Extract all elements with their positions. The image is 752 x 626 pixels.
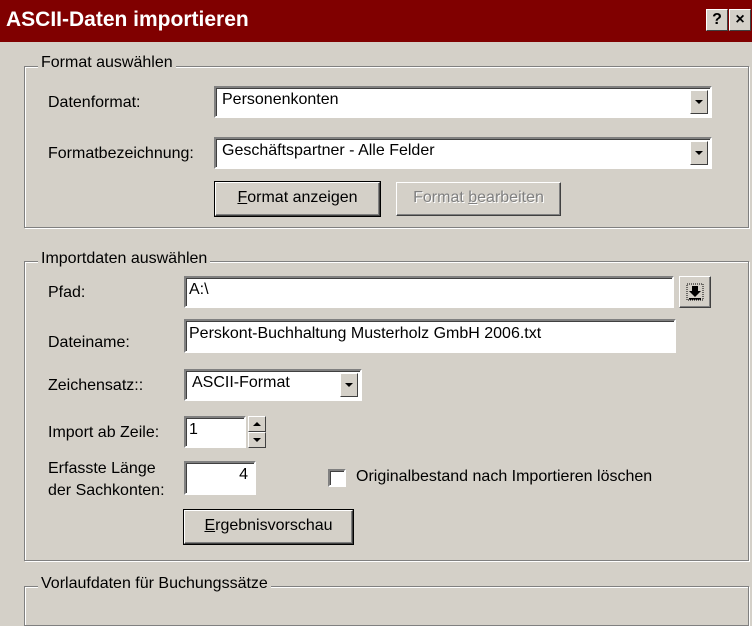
datenformat-label: Datenformat: [48,94,141,111]
datenformat-select[interactable]: Personenkonten [214,86,712,118]
laenge-label-line1: Erfasste Länge [48,460,156,477]
formatbezeichnung-label: Formatbezeichnung: [48,145,194,162]
dateiname-input[interactable]: Perskont-Buchhaltung Musterholz GmbH 200… [184,319,676,353]
dateiname-label: Dateiname: [48,334,130,351]
format-group-legend: Format auswählen [38,54,176,72]
import-ab-zeile-input[interactable]: 1 [184,416,246,448]
vorlaufdaten-group-legend: Vorlaufdaten für Buchungssätze [38,575,271,593]
format-bearbeiten-button[interactable]: Format bearbeiten [396,182,561,216]
chevron-down-icon[interactable] [340,373,358,397]
formatbezeichnung-value: Geschäftspartner - Alle Felder [222,142,435,159]
zeichensatz-select[interactable]: ASCII-Format [184,369,362,401]
browse-button[interactable] [679,276,711,308]
laenge-label-line2: der Sachkonten: [48,482,165,499]
zeichensatz-value: ASCII-Format [192,374,290,391]
import-group-legend: Importdaten auswählen [38,250,211,268]
delete-original-label: Originalbestand nach Importieren löschen [356,468,653,485]
chevron-down-icon [253,438,261,442]
import-ab-zeile-label: Import ab Zeile: [48,424,160,441]
formatbezeichnung-select[interactable]: Geschäftspartner - Alle Felder [214,137,712,169]
chevron-down-icon[interactable] [690,90,708,114]
pfad-input[interactable]: A:\ [184,276,674,308]
laenge-input[interactable]: 4 [184,461,256,495]
chevron-down-icon[interactable] [690,141,708,165]
close-button[interactable]: × [729,9,751,31]
format-anzeigen-button[interactable]: Format anzeigen [214,181,381,217]
pfad-label: Pfad: [48,284,86,301]
zeichensatz-label: Zeichensatz:: [48,377,144,394]
delete-original-checkbox[interactable] [328,469,346,487]
spin-up-button[interactable] [248,416,266,432]
title-bar: ASCII-Daten importieren ? × [0,0,752,42]
datenformat-value: Personenkonten [222,91,339,108]
help-button[interactable]: ? [706,9,728,31]
window-title: ASCII-Daten importieren [6,8,249,31]
download-icon [686,283,704,301]
spin-down-button[interactable] [248,432,266,448]
ergebnisvorschau-button[interactable]: Ergebnisvorschau [183,509,354,545]
chevron-up-icon [253,422,261,426]
